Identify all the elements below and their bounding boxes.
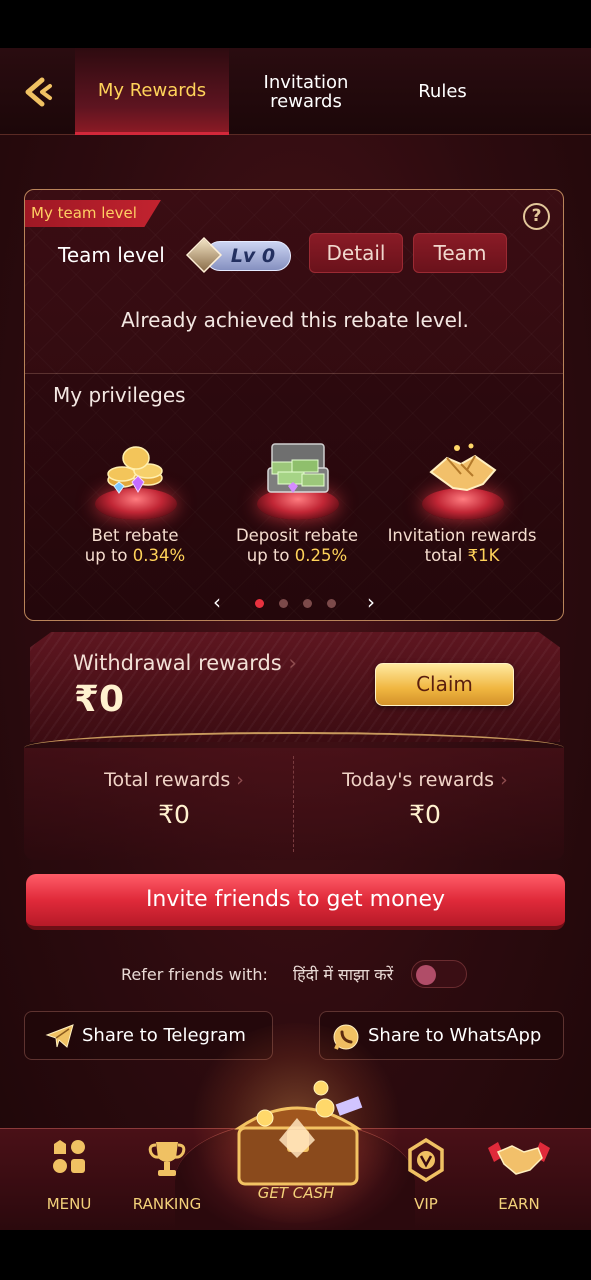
detail-button[interactable]: Detail (309, 233, 403, 273)
privilege-bet-rebate: Bet rebate up to 0.34% (50, 430, 220, 580)
level-badge: Lv 0 (183, 236, 291, 274)
nav-earn-label: EARN (498, 1195, 540, 1213)
money-case-icon (267, 443, 329, 493)
privilege-text: Deposit rebate up to 0.25% (212, 526, 382, 566)
header: My Rewards Invitation rewards Rules (0, 48, 591, 135)
pager-dot[interactable] (303, 599, 312, 608)
nav-ranking[interactable]: RANKING (122, 1138, 212, 1228)
handshake-icon (429, 443, 497, 492)
back-arrow-icon (25, 77, 52, 107)
toggle-knob (416, 965, 436, 985)
privilege-line2: up to 0.34% (84, 546, 186, 565)
treasure-chest-icon[interactable] (225, 1078, 370, 1198)
refer-row: Refer friends with: हिंदी में साझा करें (0, 960, 591, 990)
level-status-text: Already achieved this rebate level. (121, 308, 469, 332)
withdrawal-amount: ₹0 (74, 679, 125, 720)
privilege-deposit-rebate: Deposit rebate up to 0.25% (212, 430, 382, 580)
refer-language-label: हिंदी में साझा करें (293, 965, 394, 984)
nav-get-cash-label[interactable]: GET CASH (232, 1184, 360, 1202)
app-screen: My Rewards Invitation rewards Rules My t… (0, 48, 591, 1230)
tab-rules-label: Rules (418, 81, 467, 102)
team-level-tag: My team level (25, 200, 161, 227)
help-icon[interactable]: ? (523, 203, 550, 230)
tab-invitation-rewards-label: Invitation rewards (263, 71, 349, 112)
claim-button[interactable]: Claim (375, 663, 514, 706)
coins-gems-icon (107, 446, 163, 494)
tab-my-rewards-label: My Rewards (97, 79, 207, 101)
nav-earn[interactable]: EARN (474, 1138, 564, 1228)
share-telegram-label: Share to Telegram (82, 1025, 246, 1046)
refer-label: Refer friends with: (121, 965, 268, 984)
todays-rewards-value: ₹0 (409, 800, 441, 829)
handshake-icon (488, 1142, 550, 1175)
tab-invitation-rewards[interactable]: Invitation rewards (236, 48, 376, 135)
nav-ranking-label: RANKING (132, 1195, 202, 1213)
team-button[interactable]: Team (413, 233, 507, 273)
team-level-card: My team level ? Team level Lv 0 Detail T… (24, 189, 564, 621)
nav-menu-label: MENU (46, 1195, 92, 1213)
total-rewards-label: Total rewards (104, 769, 231, 791)
back-button[interactable] (20, 74, 60, 110)
pager-dot[interactable] (255, 599, 264, 608)
privilege-invitation-rewards: Invitation rewards total ₹1K (377, 430, 547, 580)
pager-dot[interactable] (327, 599, 336, 608)
hindi-share-toggle[interactable] (411, 960, 467, 988)
chevron-right-icon: › (500, 769, 508, 791)
chevron-right-icon: › (236, 769, 244, 791)
privilege-line2: up to 0.25% (246, 546, 348, 565)
nav-vip[interactable]: VIP (381, 1138, 471, 1228)
privilege-text: Invitation rewards total ₹1K (377, 526, 547, 566)
privileges-pager: ‹ › (25, 590, 563, 614)
privileges-title: My privileges (53, 383, 186, 407)
invite-friends-button[interactable]: Invite friends to get money (26, 874, 565, 930)
privilege-line2: total ₹1K (424, 546, 500, 565)
todays-rewards-link[interactable]: Today's rewards › (270, 769, 580, 791)
share-whatsapp-label: Share to WhatsApp (368, 1025, 542, 1046)
pager-dot[interactable] (279, 599, 288, 608)
privilege-line1: Bet rebate (91, 526, 179, 545)
privilege-value: 0.34% (132, 546, 186, 565)
vip-shield-icon (408, 1138, 444, 1182)
privilege-value: ₹1K (467, 546, 500, 565)
chevron-right-icon: › (288, 651, 297, 675)
trophy-icon (148, 1142, 186, 1176)
tab-my-rewards[interactable]: My Rewards (75, 48, 229, 135)
chevron-left-icon[interactable]: ‹ (213, 590, 221, 614)
telegram-icon (45, 1024, 74, 1048)
tab-rules[interactable]: Rules (390, 48, 495, 135)
chevron-right-icon[interactable]: › (367, 590, 375, 614)
privilege-value: 0.25% (294, 546, 348, 565)
nav-vip-label: VIP (414, 1195, 438, 1213)
todays-rewards-label: Today's rewards (342, 769, 495, 791)
privilege-line1: Deposit rebate (235, 526, 359, 545)
team-level-label: Team level (58, 243, 165, 267)
menu-grid-icon (53, 1140, 85, 1173)
system-nav-bar (0, 1230, 591, 1280)
withdrawal-rewards-title: Withdrawal rewards (73, 651, 282, 675)
withdrawal-rewards-link[interactable]: Withdrawal rewards › (73, 651, 297, 675)
divider (25, 373, 563, 374)
privilege-text: Bet rebate up to 0.34% (50, 526, 220, 566)
privilege-line1: Invitation rewards (387, 526, 537, 545)
nav-menu[interactable]: MENU (24, 1138, 114, 1228)
